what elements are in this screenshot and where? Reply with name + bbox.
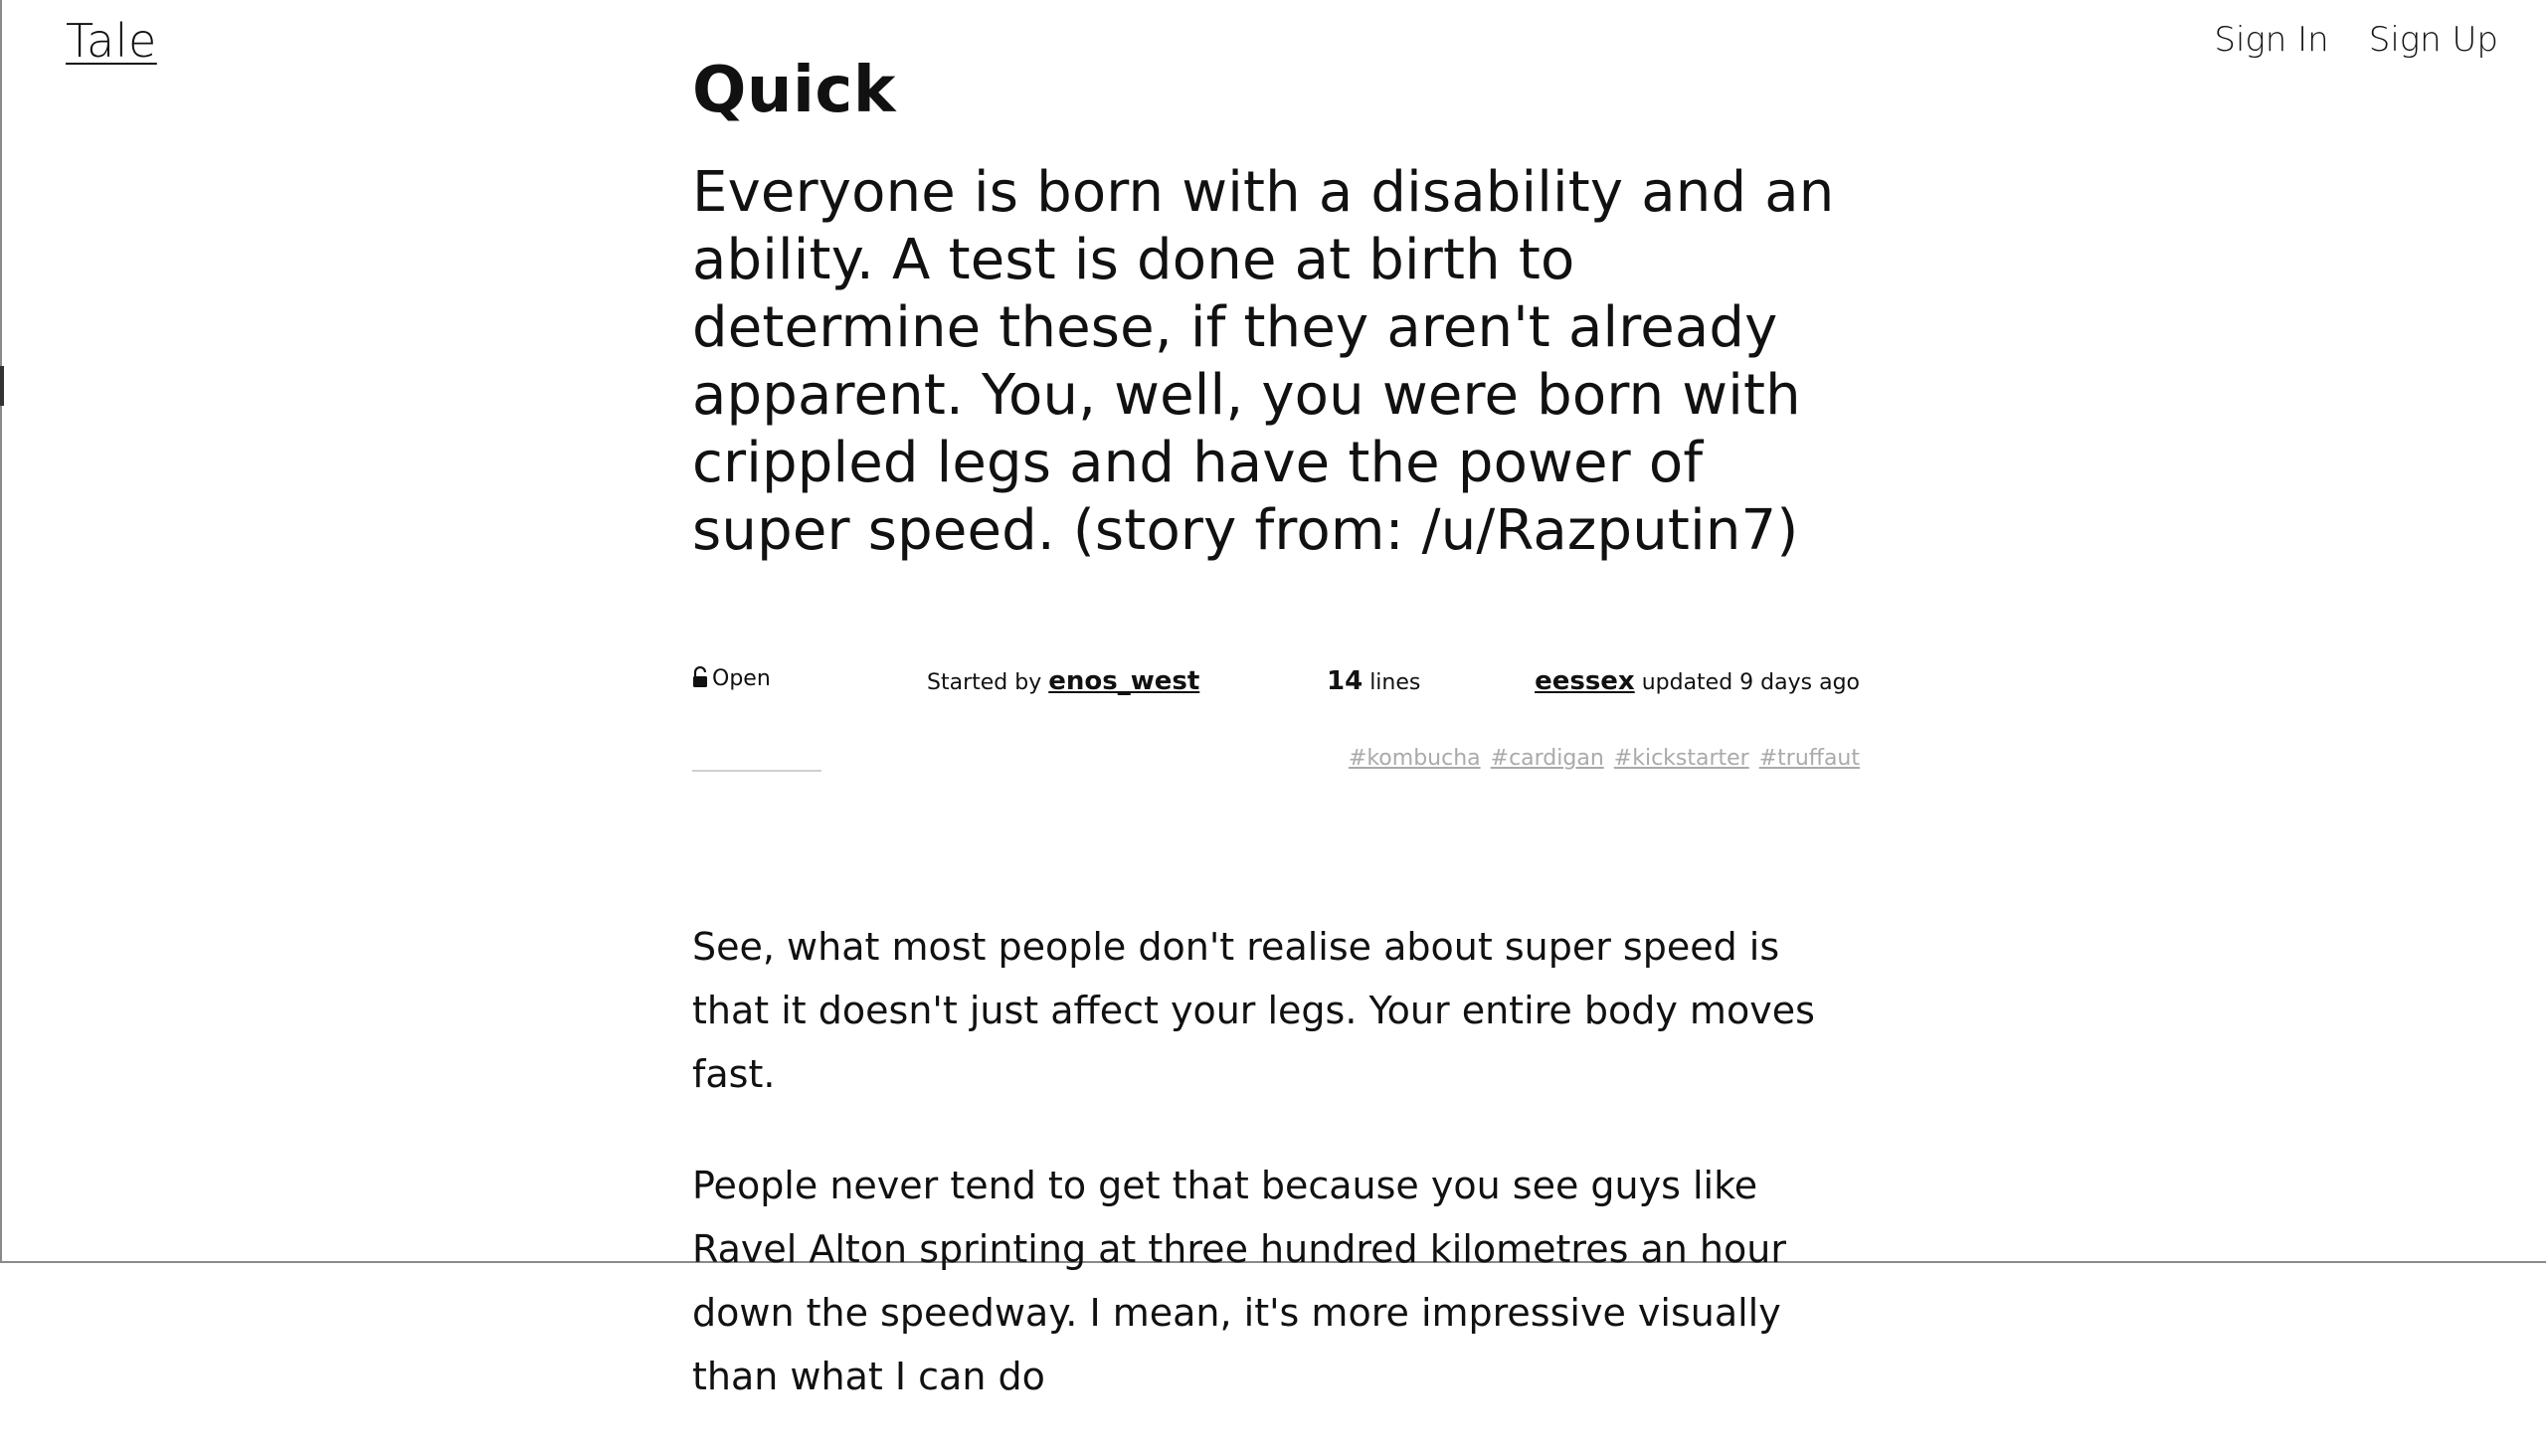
- started-by-label: Started by: [927, 670, 1042, 695]
- tag-link[interactable]: #cardigan: [1491, 746, 1604, 771]
- status-label: Open: [712, 666, 771, 691]
- site-logo[interactable]: Tale: [66, 14, 157, 68]
- line-count: 14 lines: [1327, 666, 1420, 696]
- updated-text: updated 9 days ago: [1641, 670, 1860, 695]
- tag-list: #kombucha #cardigan #kickstarter #truffa…: [1349, 746, 1860, 771]
- line-count-label: lines: [1369, 670, 1421, 695]
- divider: [692, 770, 821, 772]
- tags-row: #kombucha #cardigan #kickstarter #truffa…: [692, 746, 1860, 786]
- starter-user-link[interactable]: enos_west: [1048, 666, 1199, 696]
- tag-link[interactable]: #kickstarter: [1614, 746, 1749, 771]
- story-body: See, what most people don't realise abou…: [692, 915, 1860, 1456]
- top-nav: Sign In Sign Up: [2214, 20, 2498, 60]
- story-paragraph: People never tend to get that because yo…: [692, 1164, 1786, 1398]
- tag-link[interactable]: #kombucha: [1349, 746, 1481, 771]
- unlock-icon: [692, 665, 708, 694]
- story-paragraph: See, what most people don't realise abou…: [692, 925, 1815, 1096]
- updater-user-link[interactable]: eessex: [1535, 666, 1635, 696]
- status-badge: Open: [692, 665, 771, 694]
- window-edge-marker: [0, 366, 4, 406]
- line-count-value: 14: [1327, 666, 1364, 696]
- story-prompt: Everyone is born with a disability and a…: [692, 160, 1835, 563]
- story-title: Quick: [692, 54, 896, 127]
- started-by: Started by enos_west: [927, 666, 1199, 696]
- story-main: Quick Everyone is born with a disability…: [692, 48, 1860, 1398]
- last-updated: eessex updated 9 days ago: [1535, 666, 1860, 696]
- sign-in-link[interactable]: Sign In: [2214, 20, 2328, 60]
- sign-up-link[interactable]: Sign Up: [2369, 20, 2498, 60]
- story-meta: Open Started by enos_west 14 lines eesse…: [692, 665, 1860, 706]
- tag-link[interactable]: #truffaut: [1759, 746, 1860, 771]
